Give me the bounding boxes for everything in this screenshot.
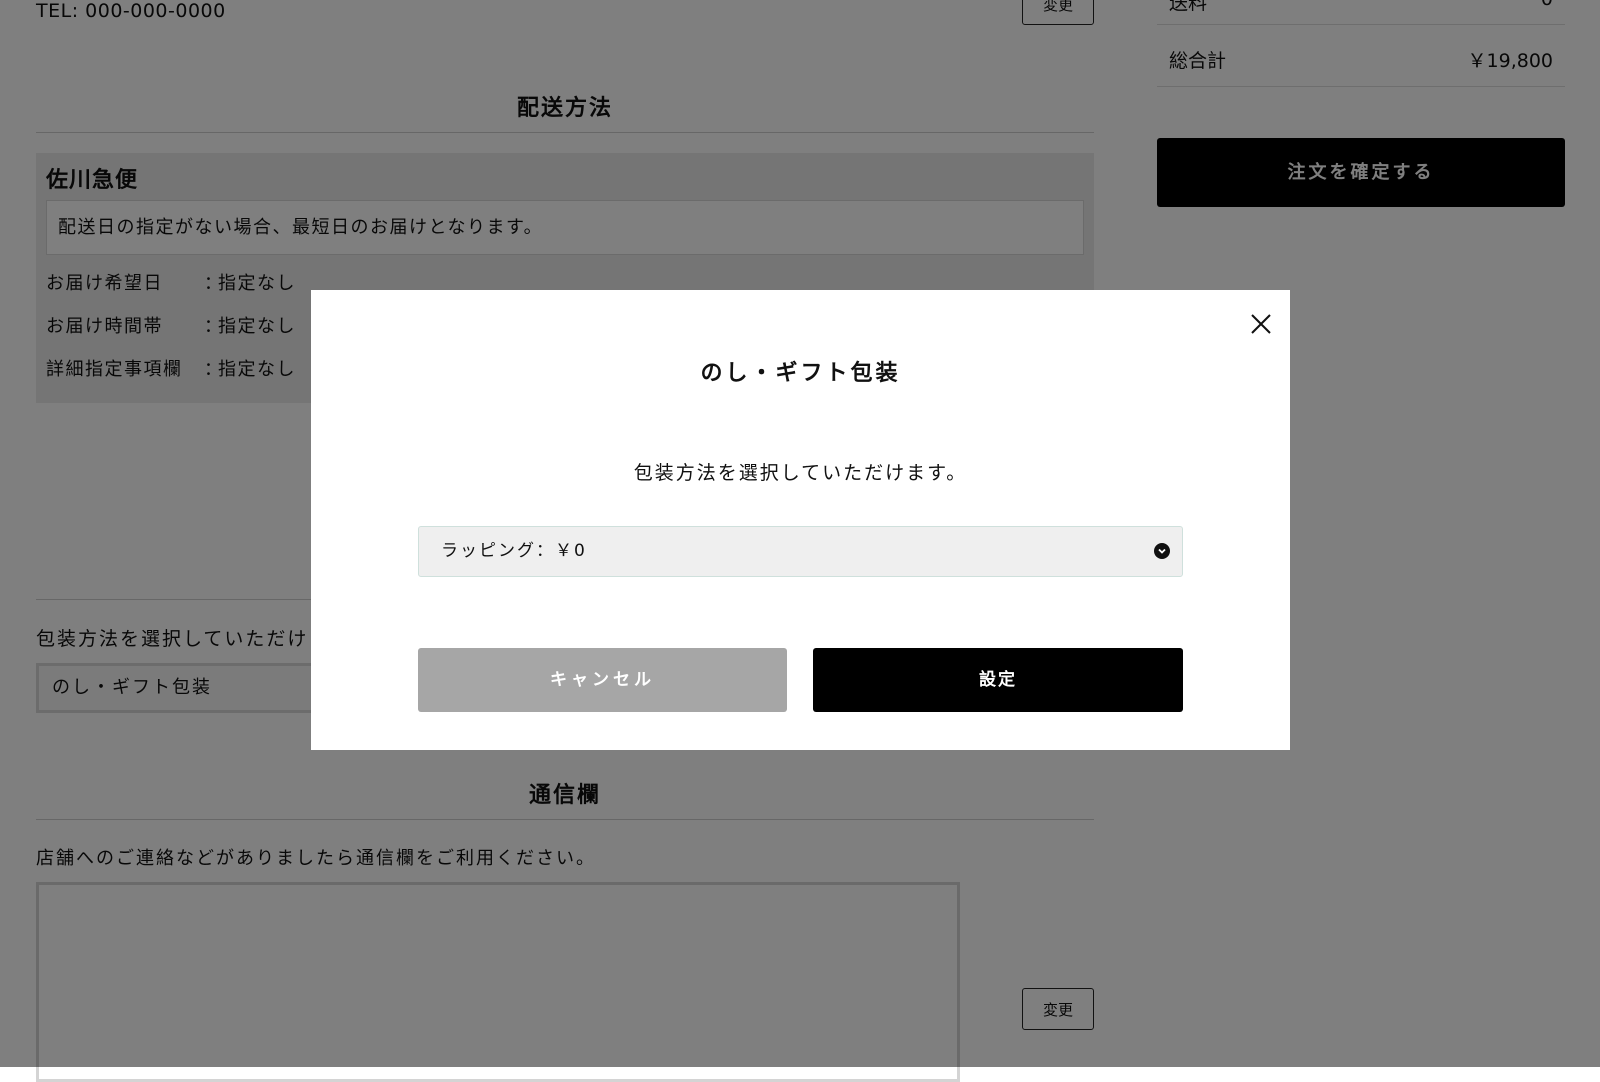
modal-description: 包装方法を選択していただけます。: [633, 462, 968, 484]
wrapping-option-value: ラッピング：￥0: [441, 541, 587, 561]
set-button[interactable]: 設定: [813, 648, 1183, 712]
close-icon[interactable]: [1242, 305, 1280, 343]
checkout-page: TEL: 000-000-0000 変更 配送方法 佐川急便 配送日の指定がない…: [0, 0, 1600, 1082]
cancel-button[interactable]: キャンセル: [418, 648, 787, 712]
modal-title: のし・ギフト包装: [700, 361, 901, 386]
chevron-down-icon: [1154, 543, 1170, 559]
wrapping-option-select[interactable]: ラッピング：￥0: [418, 526, 1183, 577]
